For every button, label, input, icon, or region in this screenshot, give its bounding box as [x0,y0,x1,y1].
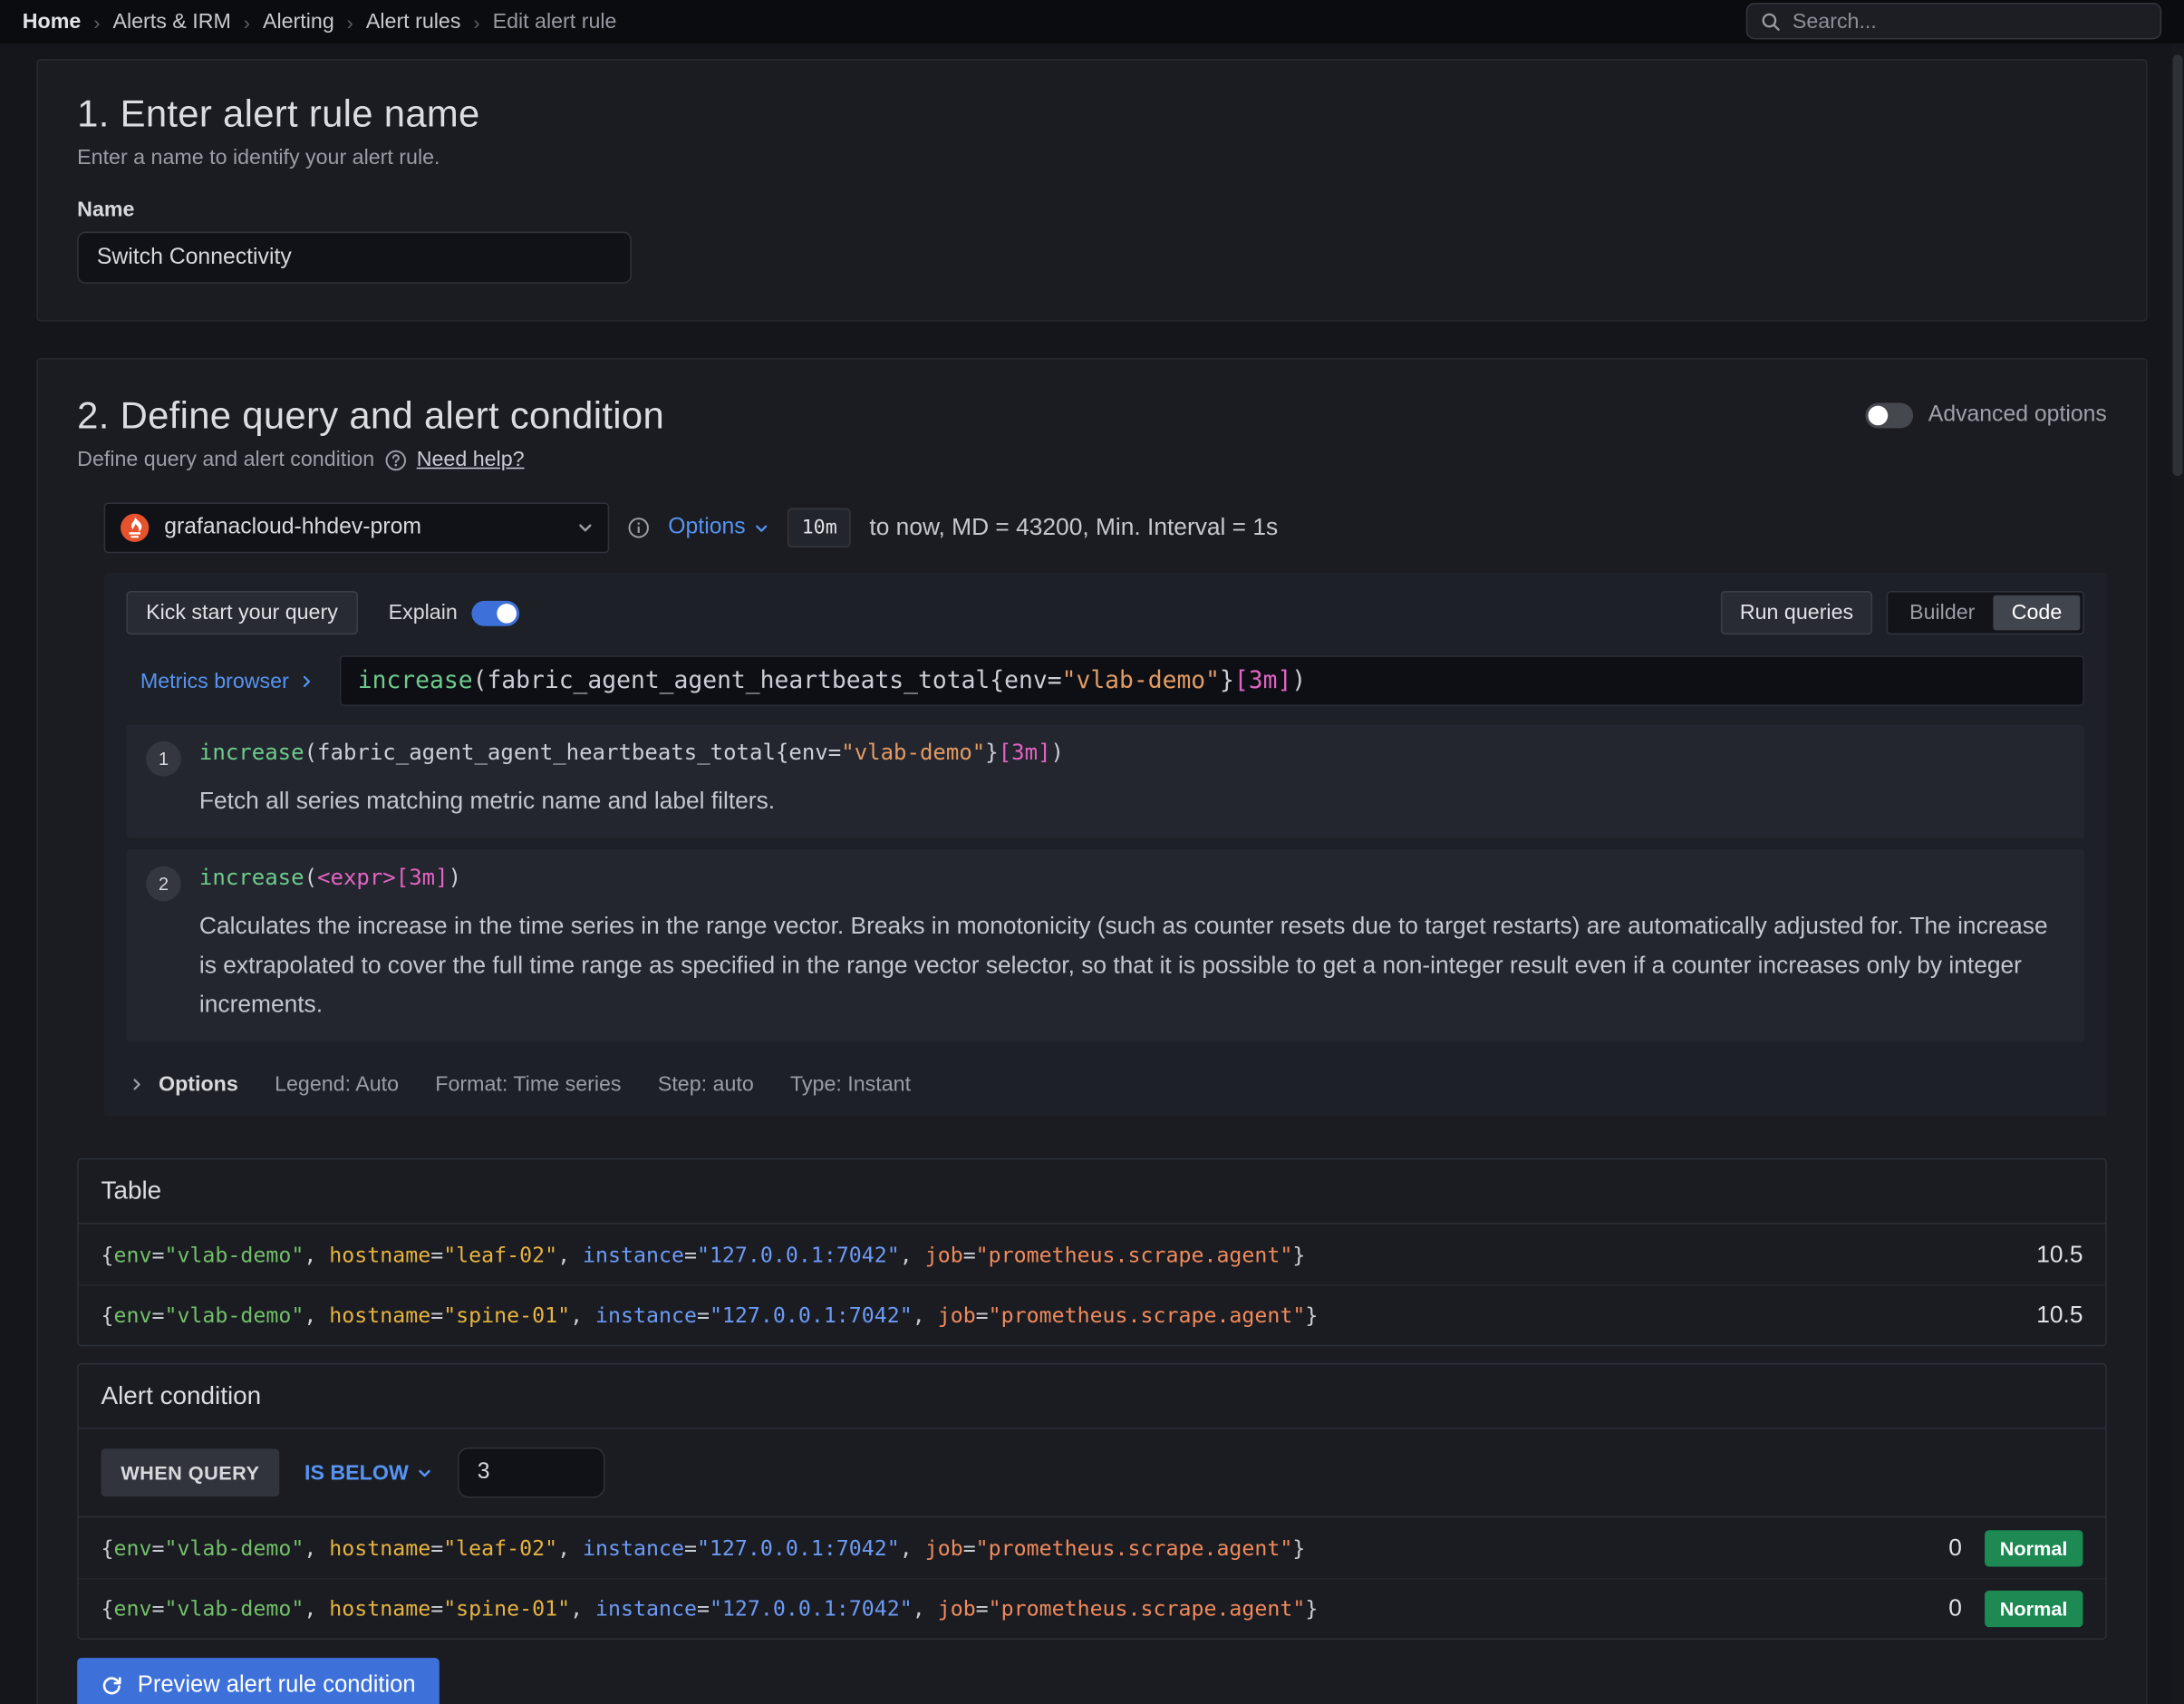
threshold-input[interactable] [458,1447,605,1498]
alert-condition-controls: WHEN QUERY IS BELOW [79,1429,2106,1518]
breadcrumb-item[interactable]: Alerts & IRM [112,10,230,34]
alert-condition-title: Alert condition [79,1364,2106,1428]
advanced-options-toggle[interactable] [1865,403,1913,429]
builder-mode-button[interactable]: Builder [1891,595,1994,631]
need-help-link[interactable]: Need help? [417,448,525,471]
series-row: {env="vlab-demo", hostname="leaf-02", in… [79,1225,2106,1285]
query-option-item: Format: Time series [435,1072,621,1096]
datasource-name: grafanacloud-hhdev-prom [164,515,563,540]
help-circle-icon [384,449,407,471]
breadcrumb-item[interactable]: Alert rules [366,10,461,34]
breadcrumb: Home › Alerts & IRM › Alerting › Alert rules › E… [23,10,617,34]
info-circle-icon [627,517,650,539]
toggle-knob [497,603,517,623]
operator-label: IS BELOW [304,1461,409,1485]
preview-alert-rule-button[interactable]: Preview alert rule condition [77,1658,440,1704]
query-option-item: Step: auto [658,1072,754,1096]
breadcrumb-item[interactable]: Alerting [263,10,334,34]
explain-label: Explain [389,601,458,624]
page-scrollbar[interactable] [2171,44,2184,1704]
condition-operator-select[interactable]: IS BELOW [304,1461,432,1485]
prometheus-icon [120,512,150,543]
series-value: 0 [1948,1534,1962,1562]
series-value: 10.5 [2036,1240,2083,1268]
alert-name-input[interactable] [77,232,632,284]
time-range-text: to now, MD = 43200, Min. Interval = 1s [869,514,1278,542]
step-number: 1 [146,741,181,777]
editor-mode-switch: Builder Code [1887,591,2084,634]
refresh-icon [101,1674,122,1695]
explain-step: 1 increase(fabric_agent_agent_heartbeats… [126,724,2084,837]
breadcrumb-item: Edit alert rule [493,10,617,34]
preview-button-label: Preview alert rule condition [138,1671,416,1698]
main-content: 1. Enter alert rule name Enter a name to… [0,44,2184,1704]
options-expander[interactable]: Options [129,1072,237,1096]
promql-query-input[interactable]: increase(fabric_agent_agent_heartbeats_t… [340,655,2084,706]
datasource-row: grafanacloud-hhdev-prom Options 10m to n… [104,502,2107,553]
breadcrumb-separator: › [347,11,353,34]
series-labels: {env="vlab-demo", hostname="spine-01", i… [101,1302,1319,1328]
state-badge: Normal [1985,1591,2083,1627]
breadcrumb-separator: › [244,11,250,34]
datasource-picker[interactable]: grafanacloud-hhdev-prom [104,502,610,553]
when-query-label: WHEN QUERY [101,1448,280,1496]
search-box[interactable] [1746,3,2161,39]
table-panel: Table {env="vlab-demo", hostname="leaf-0… [77,1158,2107,1347]
code-mode-button[interactable]: Code [1994,595,2081,631]
search-icon [1760,11,1781,32]
table-panel-title: Table [79,1159,2106,1224]
series-labels: {env="vlab-demo", hostname="leaf-02", in… [101,1242,1306,1267]
metrics-browser-button[interactable]: Metrics browser [126,655,339,706]
breadcrumb-separator: › [473,11,479,34]
step-expression: increase(<expr>[3m]) [199,865,2059,890]
toggle-knob [1868,406,1888,426]
explain-toggle[interactable] [471,600,519,625]
step2-description: Define query and alert condition [77,448,374,471]
series-value: 10.5 [2036,1302,2083,1330]
chevron-down-icon [577,519,594,537]
chevron-right-icon [129,1077,144,1092]
query-options-row: Options Legend: Auto Format: Time series S… [126,1061,2084,1099]
series-labels: {env="vlab-demo", hostname="spine-01", i… [101,1596,1319,1622]
breadcrumb-separator: › [93,11,100,34]
series-labels: {env="vlab-demo", hostname="leaf-02", in… [101,1535,1306,1561]
options-row-label: Options [159,1072,238,1096]
series-row: {env="vlab-demo", hostname="spine-01", i… [79,1284,2106,1345]
step-number: 2 [146,867,181,902]
time-range-badge: 10m [788,508,851,547]
run-queries-button[interactable]: Run queries [1720,591,1873,634]
step-expression: increase(fabric_agent_agent_heartbeats_t… [199,740,2059,765]
breadcrumb-item[interactable]: Home [23,10,82,34]
top-nav: Home › Alerts & IRM › Alerting › Alert rules › E… [0,0,2184,44]
step-description: Fetch all series matching metric name an… [199,782,2059,821]
alert-condition-panel: Alert condition WHEN QUERY IS BELOW {env… [77,1363,2107,1640]
explain-step: 2 increase(<expr>[3m]) Calculates the in… [126,849,2084,1041]
explain-steps: 1 increase(fabric_agent_agent_heartbeats… [126,724,2084,1041]
series-row: {env="vlab-demo", hostname="leaf-02", in… [79,1517,2106,1578]
step-description: Calculates the increase in the time seri… [199,907,2059,1025]
state-badge: Normal [1985,1529,2083,1565]
series-value: 0 [1948,1594,1962,1622]
query-options-button[interactable]: Options [668,515,769,540]
step2-title: 2. Define query and alert condition [77,393,664,439]
metrics-browser-label: Metrics browser [140,669,289,692]
kick-start-query-button[interactable]: Kick start your query [126,591,357,634]
search-input[interactable] [1793,9,2148,33]
advanced-options-label: Advanced options [1928,403,2107,429]
scrollbar-thumb[interactable] [2173,54,2183,476]
query-options-label: Options [668,515,745,540]
query-option-item: Type: Instant [790,1072,911,1096]
query-editor: Kick start your query Explain Run querie… [104,573,2107,1116]
step2-card: 2. Define query and alert condition Adva… [36,358,2147,1704]
step1-description: Enter a name to identify your alert rule… [77,146,2107,169]
step1-card: 1. Enter alert rule name Enter a name to… [36,59,2147,322]
name-label: Name [77,198,2107,221]
grafana-alert-rule-editor: Home › Alerts & IRM › Alerting › Alert rules › E… [0,0,2184,1704]
series-row: {env="vlab-demo", hostname="spine-01", i… [79,1578,2106,1639]
query-option-item: Legend: Auto [275,1072,399,1096]
step1-title: 1. Enter alert rule name [77,92,2107,137]
